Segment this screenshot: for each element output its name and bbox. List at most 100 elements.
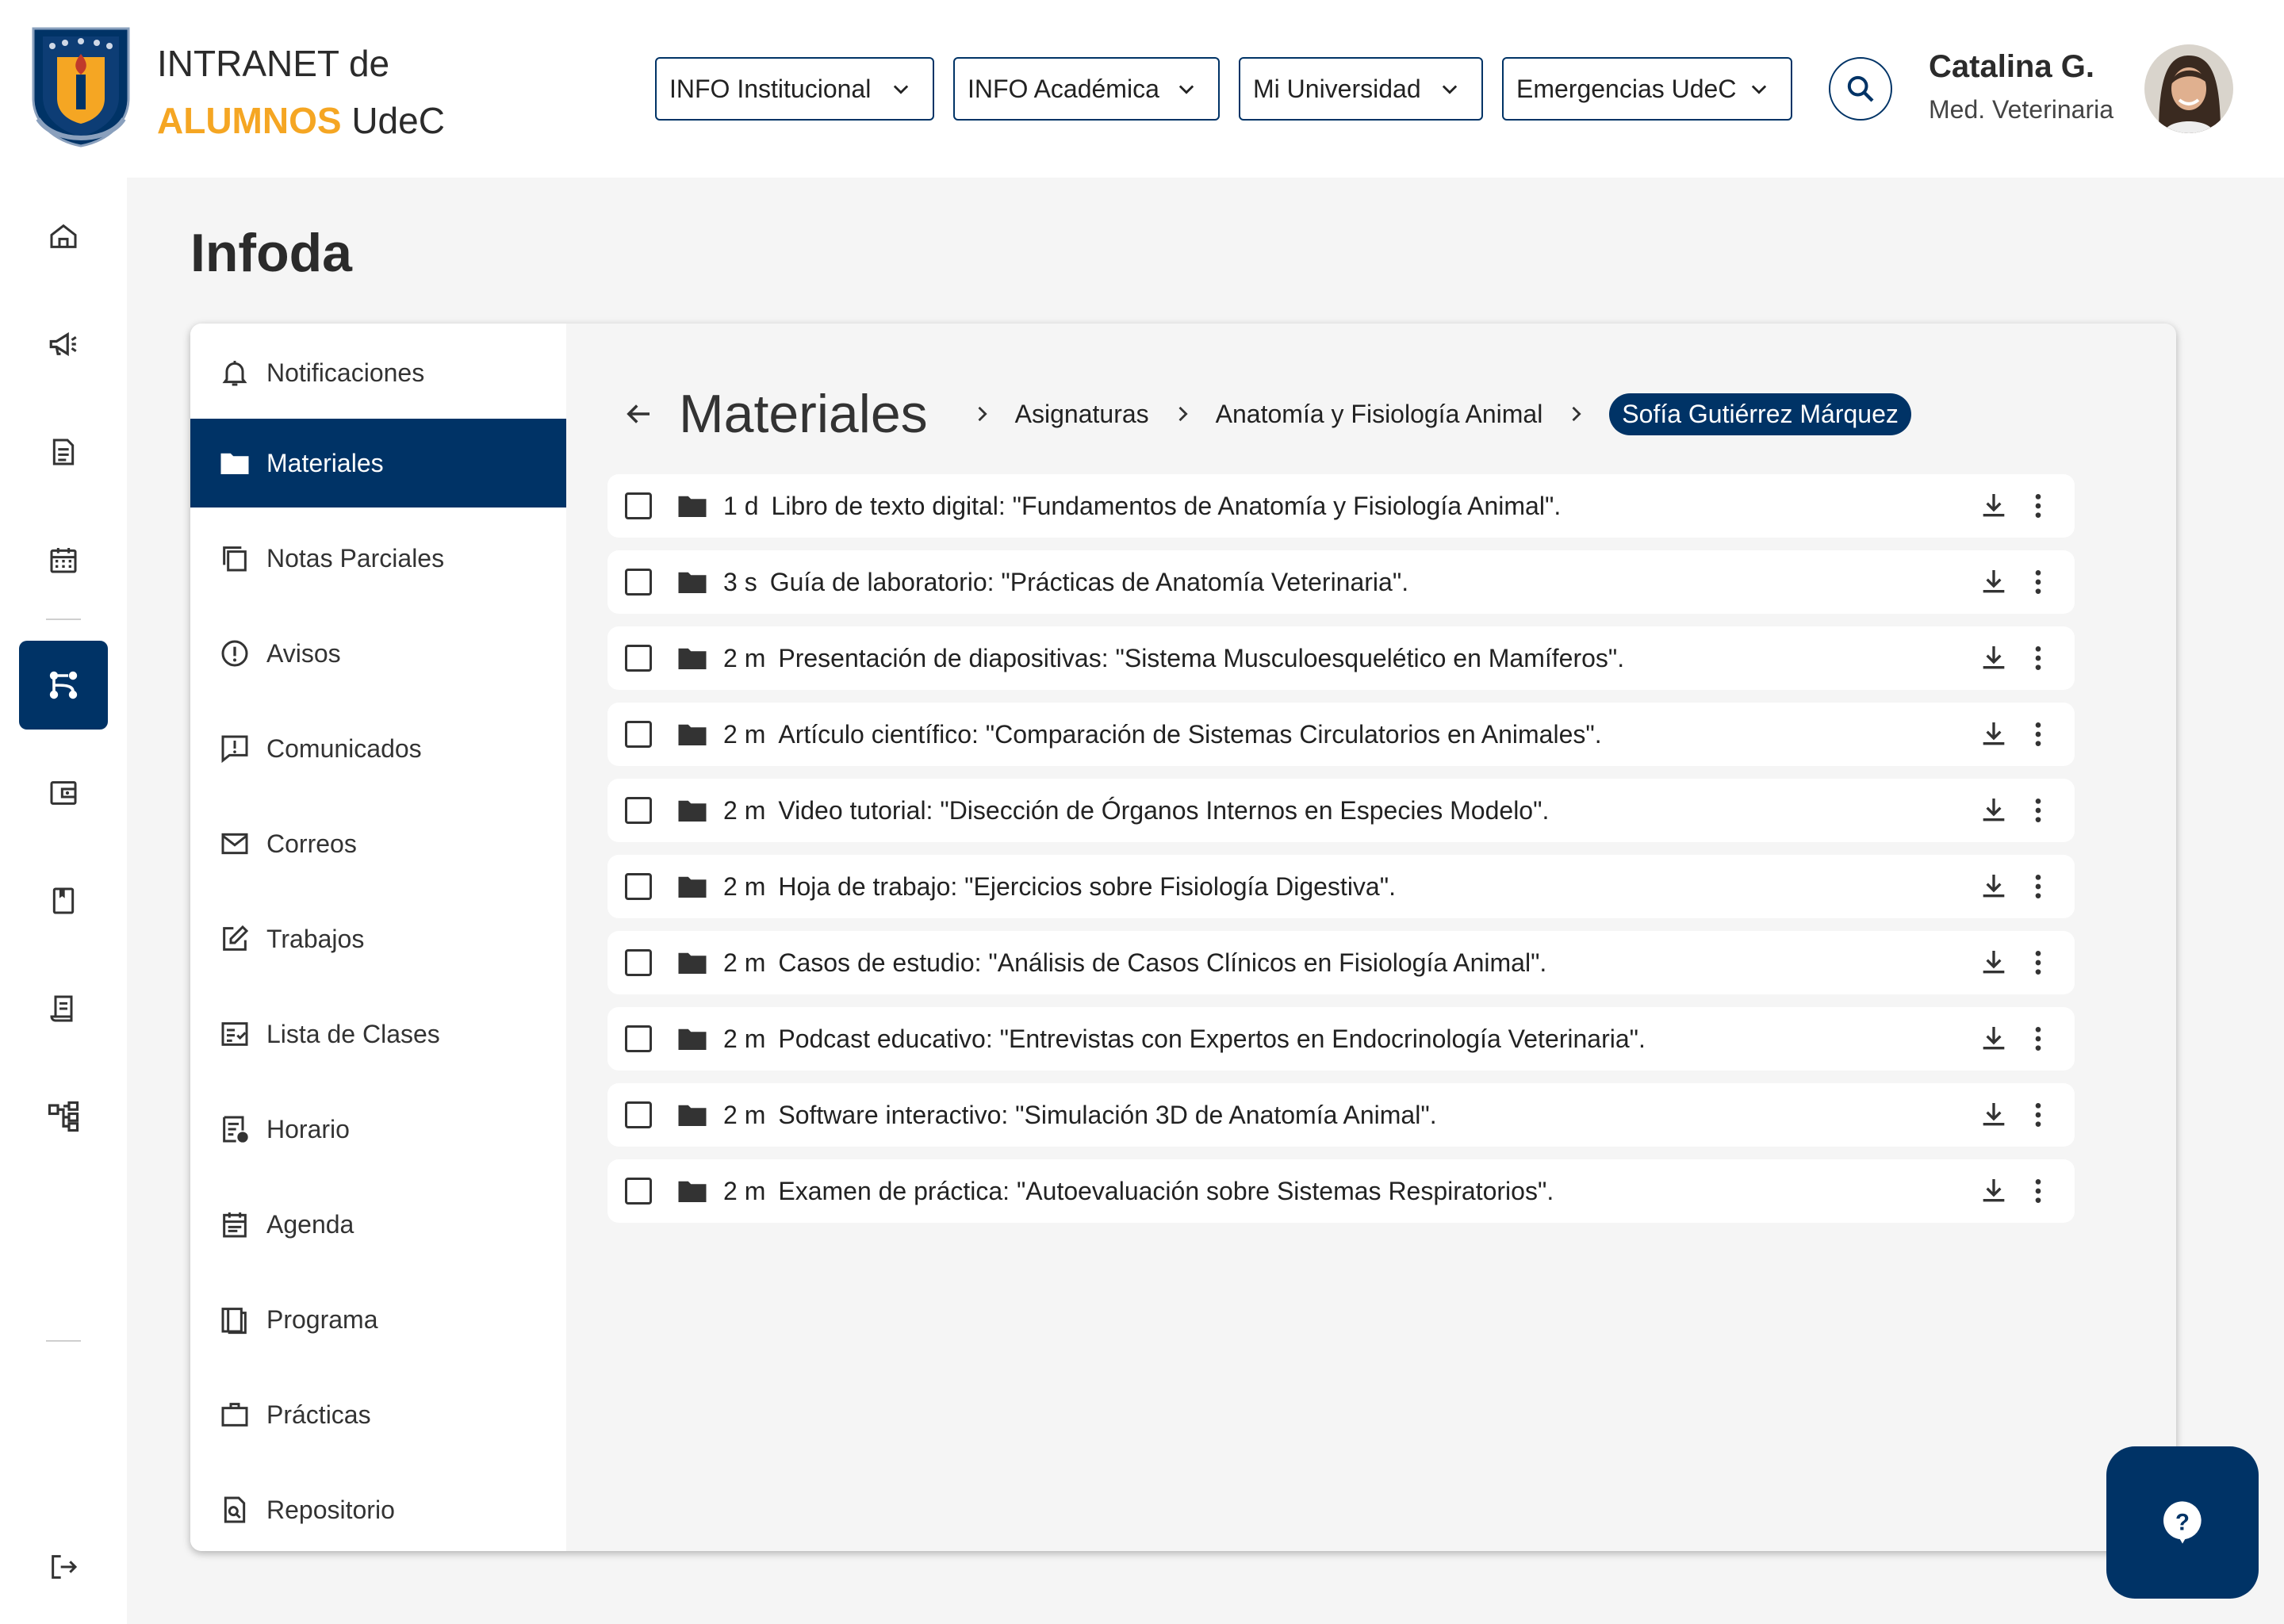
more-vertical-icon[interactable]: [2022, 871, 2054, 902]
submenu-notificaciones[interactable]: Notificaciones: [190, 328, 566, 417]
material-row[interactable]: 1 d Libro de texto digital: "Fundamentos…: [607, 474, 2075, 538]
material-title[interactable]: Examen de práctica: "Autoevaluación sobr…: [778, 1177, 1554, 1206]
submenu-lista-de-clases[interactable]: Lista de Clases: [190, 990, 566, 1078]
help-button[interactable]: ?: [2106, 1446, 2259, 1599]
submenu-label: Repositorio: [266, 1495, 395, 1524]
rail-announcements[interactable]: [19, 300, 108, 389]
rail-book[interactable]: [19, 856, 108, 945]
brand-line1: INTRANET de: [157, 43, 390, 84]
material-title[interactable]: Video tutorial: "Disección de Órganos In…: [778, 796, 1549, 825]
material-age: 2 m: [723, 948, 766, 977]
row-checkbox[interactable]: [625, 1025, 652, 1052]
more-vertical-icon[interactable]: [2022, 1175, 2054, 1207]
search-button[interactable]: [1829, 57, 1892, 121]
rail-home[interactable]: [19, 192, 108, 281]
arrow-back-icon[interactable]: [622, 397, 655, 431]
more-vertical-icon[interactable]: [2022, 795, 2054, 826]
more-vertical-icon[interactable]: [2022, 642, 2054, 674]
breadcrumb-course[interactable]: Anatomía y Fisiología Animal: [1216, 400, 1543, 429]
nav-info-academica[interactable]: INFO Académica: [953, 57, 1220, 121]
download-icon[interactable]: [1978, 947, 2010, 979]
alert-circle-icon: [217, 636, 252, 671]
material-title[interactable]: Presentación de diapositivas: "Sistema M…: [778, 644, 1624, 673]
user-name[interactable]: Catalina G.: [1929, 49, 2094, 85]
material-row[interactable]: 3 s Guía de laboratorio: "Prácticas de A…: [607, 550, 2075, 614]
material-row[interactable]: 2 m Casos de estudio: "Análisis de Casos…: [607, 931, 2075, 994]
row-checkbox[interactable]: [625, 721, 652, 748]
material-row[interactable]: 2 m Hoja de trabajo: "Ejercicios sobre F…: [607, 855, 2075, 918]
rail-hierarchy[interactable]: [19, 1072, 108, 1161]
download-icon[interactable]: [1978, 1175, 2010, 1207]
row-checkbox[interactable]: [625, 797, 652, 824]
material-row[interactable]: 2 m Software interactivo: "Simulación 3D…: [607, 1083, 2075, 1147]
more-vertical-icon[interactable]: [2022, 490, 2054, 522]
material-row[interactable]: 2 m Video tutorial: "Disección de Órgano…: [607, 779, 2075, 842]
more-vertical-icon[interactable]: [2022, 566, 2054, 598]
nav-emergencias-udec[interactable]: Emergencias UdeC: [1502, 57, 1792, 121]
more-vertical-icon[interactable]: [2022, 1023, 2054, 1055]
submenu-correos[interactable]: Correos: [190, 799, 566, 888]
material-title[interactable]: Software interactivo: "Simulación 3D de …: [778, 1101, 1436, 1130]
download-icon[interactable]: [1978, 1023, 2010, 1055]
material-title[interactable]: Hoja de trabajo: "Ejercicios sobre Fisio…: [778, 872, 1396, 902]
breadcrumb-asignaturas[interactable]: Asignaturas: [1015, 400, 1149, 429]
more-vertical-icon[interactable]: [2022, 718, 2054, 750]
rail-logout[interactable]: [19, 1522, 108, 1611]
material-title[interactable]: Guía de laboratorio: "Prácticas de Anato…: [770, 568, 1408, 597]
submenu-label: Notas Parciales: [266, 543, 445, 573]
download-icon[interactable]: [1978, 871, 2010, 902]
nav-info-institucional[interactable]: INFO Institucional: [655, 57, 934, 121]
material-title[interactable]: Libro de texto digital: "Fundamentos de …: [771, 492, 1561, 521]
submenu-repositorio[interactable]: Repositorio: [190, 1465, 566, 1551]
material-title[interactable]: Artículo científico: "Comparación de Sis…: [778, 720, 1601, 749]
git-branch-icon: [44, 666, 82, 704]
udec-logo[interactable]: [30, 25, 132, 153]
material-row[interactable]: 2 m Artículo científico: "Comparación de…: [607, 703, 2075, 766]
rail-calendar[interactable]: [19, 515, 108, 604]
row-checkbox[interactable]: [625, 645, 652, 672]
nav-mi-universidad[interactable]: Mi Universidad: [1239, 57, 1483, 121]
row-checkbox[interactable]: [625, 949, 652, 976]
submenu-comunicados[interactable]: Comunicados: [190, 704, 566, 793]
material-title[interactable]: Podcast educativo: "Entrevistas con Expe…: [778, 1025, 1646, 1054]
top-bar: INTRANET de ALUMNOS UdeC INFO Institucio…: [0, 0, 2284, 178]
rail-receipt[interactable]: [19, 964, 108, 1053]
breadcrumb-current[interactable]: Sofía Gutiérrez Márquez: [1609, 393, 1911, 435]
avatar[interactable]: [2144, 44, 2233, 133]
row-checkbox[interactable]: [625, 1178, 652, 1205]
megaphone-icon: [47, 327, 80, 361]
submenu-materiales[interactable]: Materiales: [190, 419, 566, 508]
submenu-notas-parciales[interactable]: Notas Parciales: [190, 514, 566, 603]
material-row[interactable]: 2 m Examen de práctica: "Autoevaluación …: [607, 1159, 2075, 1223]
material-row[interactable]: 2 m Podcast educativo: "Entrevistas con …: [607, 1007, 2075, 1071]
bell-icon: [217, 355, 252, 390]
folder-icon: [676, 1022, 709, 1055]
download-icon[interactable]: [1978, 718, 2010, 750]
rail-wallet[interactable]: [19, 749, 108, 837]
row-checkbox[interactable]: [625, 569, 652, 596]
material-row[interactable]: 2 m Presentación de diapositivas: "Siste…: [607, 626, 2075, 690]
submenu-agenda[interactable]: Agenda: [190, 1180, 566, 1269]
submenu-trabajos[interactable]: Trabajos: [190, 894, 566, 983]
submenu-avisos[interactable]: Avisos: [190, 609, 566, 698]
row-checkbox[interactable]: [625, 492, 652, 519]
submenu-programa[interactable]: Programa: [190, 1275, 566, 1364]
rail-documents[interactable]: [19, 408, 108, 496]
hierarchy-icon: [47, 1100, 80, 1133]
rail-infoda[interactable]: [19, 641, 108, 730]
submenu-label: Materiales: [266, 448, 384, 477]
material-title[interactable]: Casos de estudio: "Análisis de Casos Clí…: [778, 948, 1546, 978]
submenu-practicas[interactable]: Prácticas: [190, 1370, 566, 1459]
download-icon[interactable]: [1978, 566, 2010, 598]
material-age: 2 m: [723, 1024, 766, 1053]
download-icon[interactable]: [1978, 795, 2010, 826]
nav-label: INFO Académica: [968, 74, 1159, 103]
more-vertical-icon[interactable]: [2022, 947, 2054, 979]
download-icon[interactable]: [1978, 490, 2010, 522]
more-vertical-icon[interactable]: [2022, 1099, 2054, 1131]
row-checkbox[interactable]: [625, 873, 652, 900]
row-checkbox[interactable]: [625, 1101, 652, 1128]
download-icon[interactable]: [1978, 642, 2010, 674]
download-icon[interactable]: [1978, 1099, 2010, 1131]
submenu-horario[interactable]: Horario: [190, 1085, 566, 1174]
